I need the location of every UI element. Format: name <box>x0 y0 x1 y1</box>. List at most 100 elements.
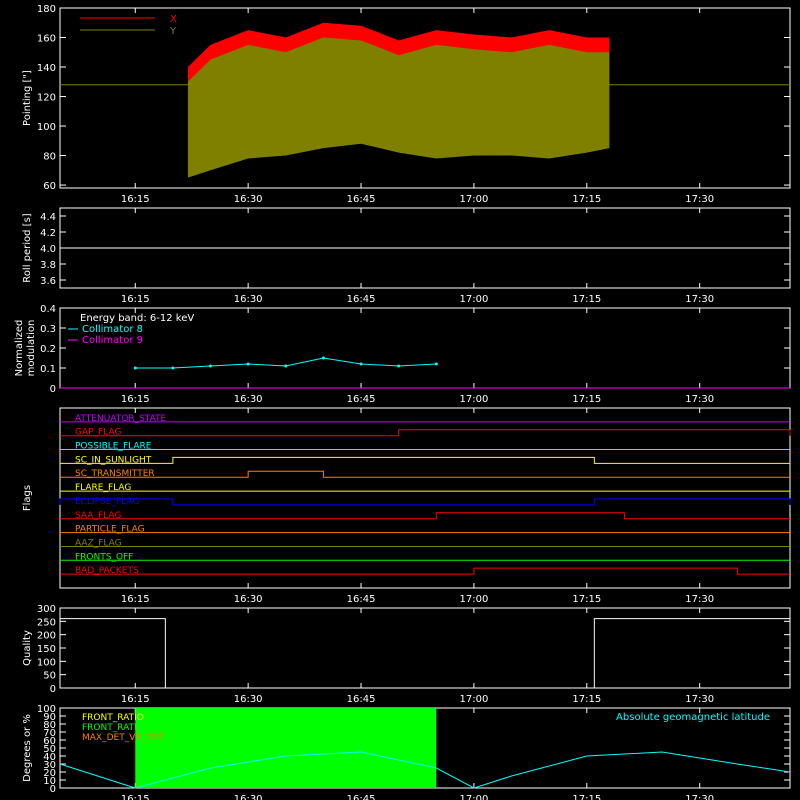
y-tick-label: 200 <box>37 631 56 642</box>
flag-label: FLARE_FLAG <box>75 483 131 493</box>
y-tick-label: 180 <box>37 4 56 15</box>
x-tick-label: 16:15 <box>121 794 150 800</box>
x-tick-label: 17:00 <box>460 794 489 800</box>
legend-label: Collimator 9 <box>82 335 143 346</box>
annotation-energy-band: Energy band: 6-12 keV <box>80 313 194 324</box>
x-tick-label: 16:45 <box>347 194 376 205</box>
x-tick-label: 17:30 <box>685 594 714 605</box>
x-tick-label: 16:30 <box>234 294 263 305</box>
x-tick-label: 16:15 <box>121 394 150 405</box>
x-tick-label: 16:30 <box>234 594 263 605</box>
series-band-y <box>187 37 610 178</box>
y-tick-label: 140 <box>37 63 56 74</box>
y-tick-label: 0 <box>50 384 56 395</box>
y-tick-label: 3.8 <box>40 260 56 271</box>
x-tick-label: 17:15 <box>572 294 601 305</box>
y-tick-label: 300 <box>37 604 56 615</box>
panel-frame-flags <box>59 407 791 589</box>
y-tick-label: 4.0 <box>40 244 56 255</box>
data-point <box>321 356 325 360</box>
y-tick-label: 0.2 <box>40 344 56 355</box>
data-point <box>359 362 363 366</box>
x-tick-label: 17:00 <box>460 394 489 405</box>
y-tick-label: 80 <box>43 152 56 163</box>
y-tick-label: 250 <box>37 617 56 628</box>
x-tick-label: 16:45 <box>347 694 376 705</box>
x-tick-label: 17:30 <box>685 694 714 705</box>
x-tick-label: 17:15 <box>572 594 601 605</box>
data-point <box>397 364 401 368</box>
plot-canvas: 16:15 16:30 16:45 17:00 17:15 17:30 60 80 100 120… <box>14 4 791 800</box>
x-tick-label: 17:30 <box>685 294 714 305</box>
x-tick-label: 17:15 <box>572 694 601 705</box>
y-tick-label: 0 <box>50 684 56 695</box>
legend-label: Collimator 8 <box>82 324 143 335</box>
x-tick-label: 16:30 <box>234 694 263 705</box>
y-tick-label: 3.6 <box>40 276 56 287</box>
y-tick-label: 0.4 <box>40 304 56 315</box>
x-tick-label: 17:30 <box>685 394 714 405</box>
y-tick-label: 50 <box>43 671 56 682</box>
flag-label: FRONTS_OFF <box>75 552 133 562</box>
data-point <box>209 364 213 368</box>
flag-label: ECLIPSE_FLAG <box>75 497 139 507</box>
legend-label: MAX_DET_VS_TOT <box>82 733 164 743</box>
data-point <box>434 362 438 366</box>
x-tick-label: 17:15 <box>572 194 601 205</box>
y-tick-label: 0.1 <box>40 364 56 375</box>
x-tick-label: 16:15 <box>121 194 150 205</box>
x-tick-label: 16:45 <box>347 294 376 305</box>
annotation-geomagnetic-latitude: Absolute geomagnetic latitude <box>616 712 770 723</box>
legend-label: Y <box>169 26 177 37</box>
x-tick-label: 16:15 <box>121 594 150 605</box>
y-tick-label: 4.4 <box>40 212 56 223</box>
x-tick-label: 16:30 <box>234 194 263 205</box>
flag-label: GAP_FLAG <box>75 428 121 438</box>
flag-line <box>59 498 791 506</box>
y-tick-label: 0.3 <box>40 324 56 335</box>
y-axis-label: Normalized <box>14 320 25 377</box>
legend-label: FRONT_RATIO <box>82 713 144 723</box>
x-tick-label: 16:45 <box>347 394 376 405</box>
y-axis-label: Flags <box>22 485 33 511</box>
y-axis-label: Roll period [s] <box>22 213 33 282</box>
legend-label: X <box>170 14 177 25</box>
x-tick-label: 17:30 <box>685 794 714 800</box>
y-tick-label: 120 <box>37 93 56 104</box>
flag-line <box>60 429 791 437</box>
x-tick-label: 17:30 <box>685 194 714 205</box>
y-axis-label: Degrees or % <box>22 714 33 782</box>
flag-label: AAZ_FLAG <box>75 538 122 548</box>
x-tick-label: 17:00 <box>460 594 489 605</box>
data-point <box>246 362 250 366</box>
x-tick-label: 16:30 <box>234 394 263 405</box>
y-tick-label: 100 <box>37 657 56 668</box>
x-tick-label: 17:00 <box>460 294 489 305</box>
y-tick-label: 160 <box>37 34 56 45</box>
flag-label: PARTICLE_FLAG <box>75 525 145 535</box>
flag-label: ATTENUATOR_STATE <box>75 414 167 424</box>
flag-label: SC_IN_SUNLIGHT <box>75 455 152 465</box>
x-tick-label: 17:15 <box>572 394 601 405</box>
panel-frame-quality <box>59 607 791 689</box>
y-axis-label: modulation <box>26 320 37 377</box>
x-tick-label: 16:15 <box>121 694 150 705</box>
flag-label: BAD_PACKETS <box>75 566 139 576</box>
y-tick-label: 150 <box>37 644 56 655</box>
x-tick-label: 17:00 <box>460 694 489 705</box>
data-point <box>171 366 175 370</box>
flag-label: SC_TRANSMITTER <box>75 469 155 479</box>
flag-line <box>60 470 790 478</box>
flag-line <box>60 456 790 464</box>
flag-line <box>60 567 790 575</box>
data-point <box>133 366 137 370</box>
x-tick-label: 17:15 <box>572 794 601 800</box>
y-axis-label: Pointing ["] <box>22 70 33 126</box>
y-tick-label: 100 <box>37 704 56 715</box>
flag-label: SAA_FLAG <box>75 511 121 521</box>
x-tick-label: 16:45 <box>347 594 376 605</box>
x-tick-label: 16:15 <box>121 294 150 305</box>
y-tick-label: 100 <box>37 122 56 133</box>
flag-line <box>60 512 790 520</box>
quality-line <box>60 618 790 689</box>
